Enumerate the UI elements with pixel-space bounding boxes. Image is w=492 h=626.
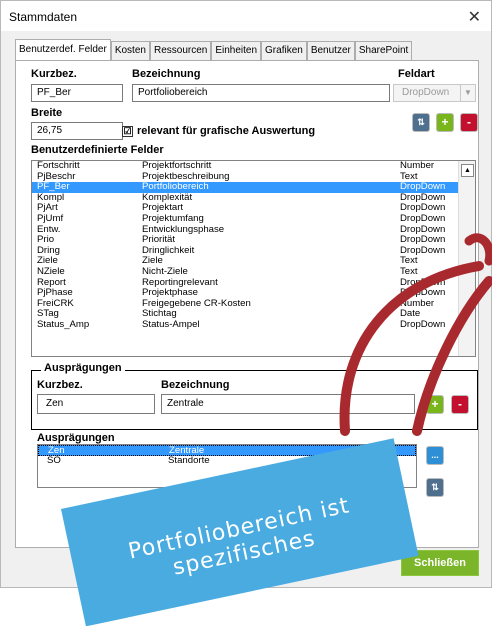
checkbox-icon[interactable]: ☑ [122,125,133,137]
ausp-kurzbez-label: Kurzbez. [37,379,83,391]
bezeichnung-input[interactable]: Portfoliobereich [132,84,390,102]
tab-ressourcen[interactable]: Ressourcen [149,41,212,60]
sort-button[interactable]: ⇅ [413,114,429,131]
tab-benutzer[interactable]: Benutzer [306,41,355,60]
tab-benutzerdef-felder[interactable]: Benutzerdef. Felder [15,39,111,60]
arrow-hook [464,233,492,266]
breite-input[interactable]: 26,75 [31,122,123,140]
field-bezeichnung-cell: Projektumfang [142,212,204,224]
tab-kosten[interactable]: Kosten [110,41,150,60]
close-icon[interactable]: ✕ [468,7,481,27]
stammdaten-dialog: Stammdaten ✕ Benutzerdef. Felder Kosten … [0,0,492,626]
annotation-arrows [339,233,492,436]
auspraegungen-group-title: Ausprägungen [41,362,125,374]
relevant-checkbox[interactable]: ☑ relevant für grafische Auswertung [122,125,315,137]
ausp-kurzbez-input[interactable]: Zen [37,394,155,414]
sticky-note-text: Portfoliobereich ist spezifisches [126,493,352,581]
chevron-down-icon[interactable]: ▼ [460,85,475,101]
field-bezeichnung-cell: Projektfortschritt [142,160,212,171]
ausp-kurzbez-cell: SO [47,454,61,466]
ausp-bezeichnung-cell: Standorte [168,454,210,466]
bezeichnung-label: Bezeichnung [132,68,201,80]
field-kurzbez-cell: NZiele [37,265,65,277]
field-kurzbez-cell: Fortschritt [37,160,80,171]
arrow-curve-right [412,276,492,436]
delete-field-button[interactable]: - [461,114,477,131]
field-kurzbez-cell: PjUmf [37,212,64,224]
arrow-curve-left [339,261,484,436]
tab-bar: Benutzerdef. Felder Kosten Ressourcen Ei… [15,39,413,60]
kurzbez-input[interactable]: PF_Ber [31,84,123,102]
add-field-button[interactable]: + [437,114,453,131]
title-bar: Stammdaten ✕ [1,1,491,31]
field-kurzbez-cell: Status_Amp [37,318,90,330]
fields-list-label: Benutzerdefinierte Felder [31,144,164,156]
breite-label: Breite [31,107,63,119]
field-bezeichnung-cell: Status-Ampel [142,318,200,330]
tab-einheiten[interactable]: Einheiten [211,41,262,60]
table-row[interactable]: Fortschritt Projektfortschritt Number [32,161,475,172]
window-title: Stammdaten [9,10,78,24]
kurzbez-label: Kurzbez. [31,68,77,80]
scroll-up-icon[interactable]: ▲ [461,164,474,177]
feldart-select[interactable]: DropDown ▼ [393,84,476,102]
field-feldart-cell: Number [400,160,435,171]
field-bezeichnung-cell: Nicht-Ziele [142,265,188,277]
tab-sharepoint[interactable]: SharePoint [354,41,413,60]
relevant-label: relevant für grafische Auswertung [137,125,316,137]
ausp-list-label: Ausprägungen [37,432,115,444]
feldart-label: Feldart [398,68,435,80]
sort-auspraegungen-button[interactable]: ⇅ [427,479,443,496]
more-button[interactable]: ... [427,447,443,464]
tab-grafiken[interactable]: Grafiken [261,41,307,60]
ausp-bezeichnung-label: Bezeichnung [161,379,230,391]
feldart-value: DropDown [402,87,450,98]
